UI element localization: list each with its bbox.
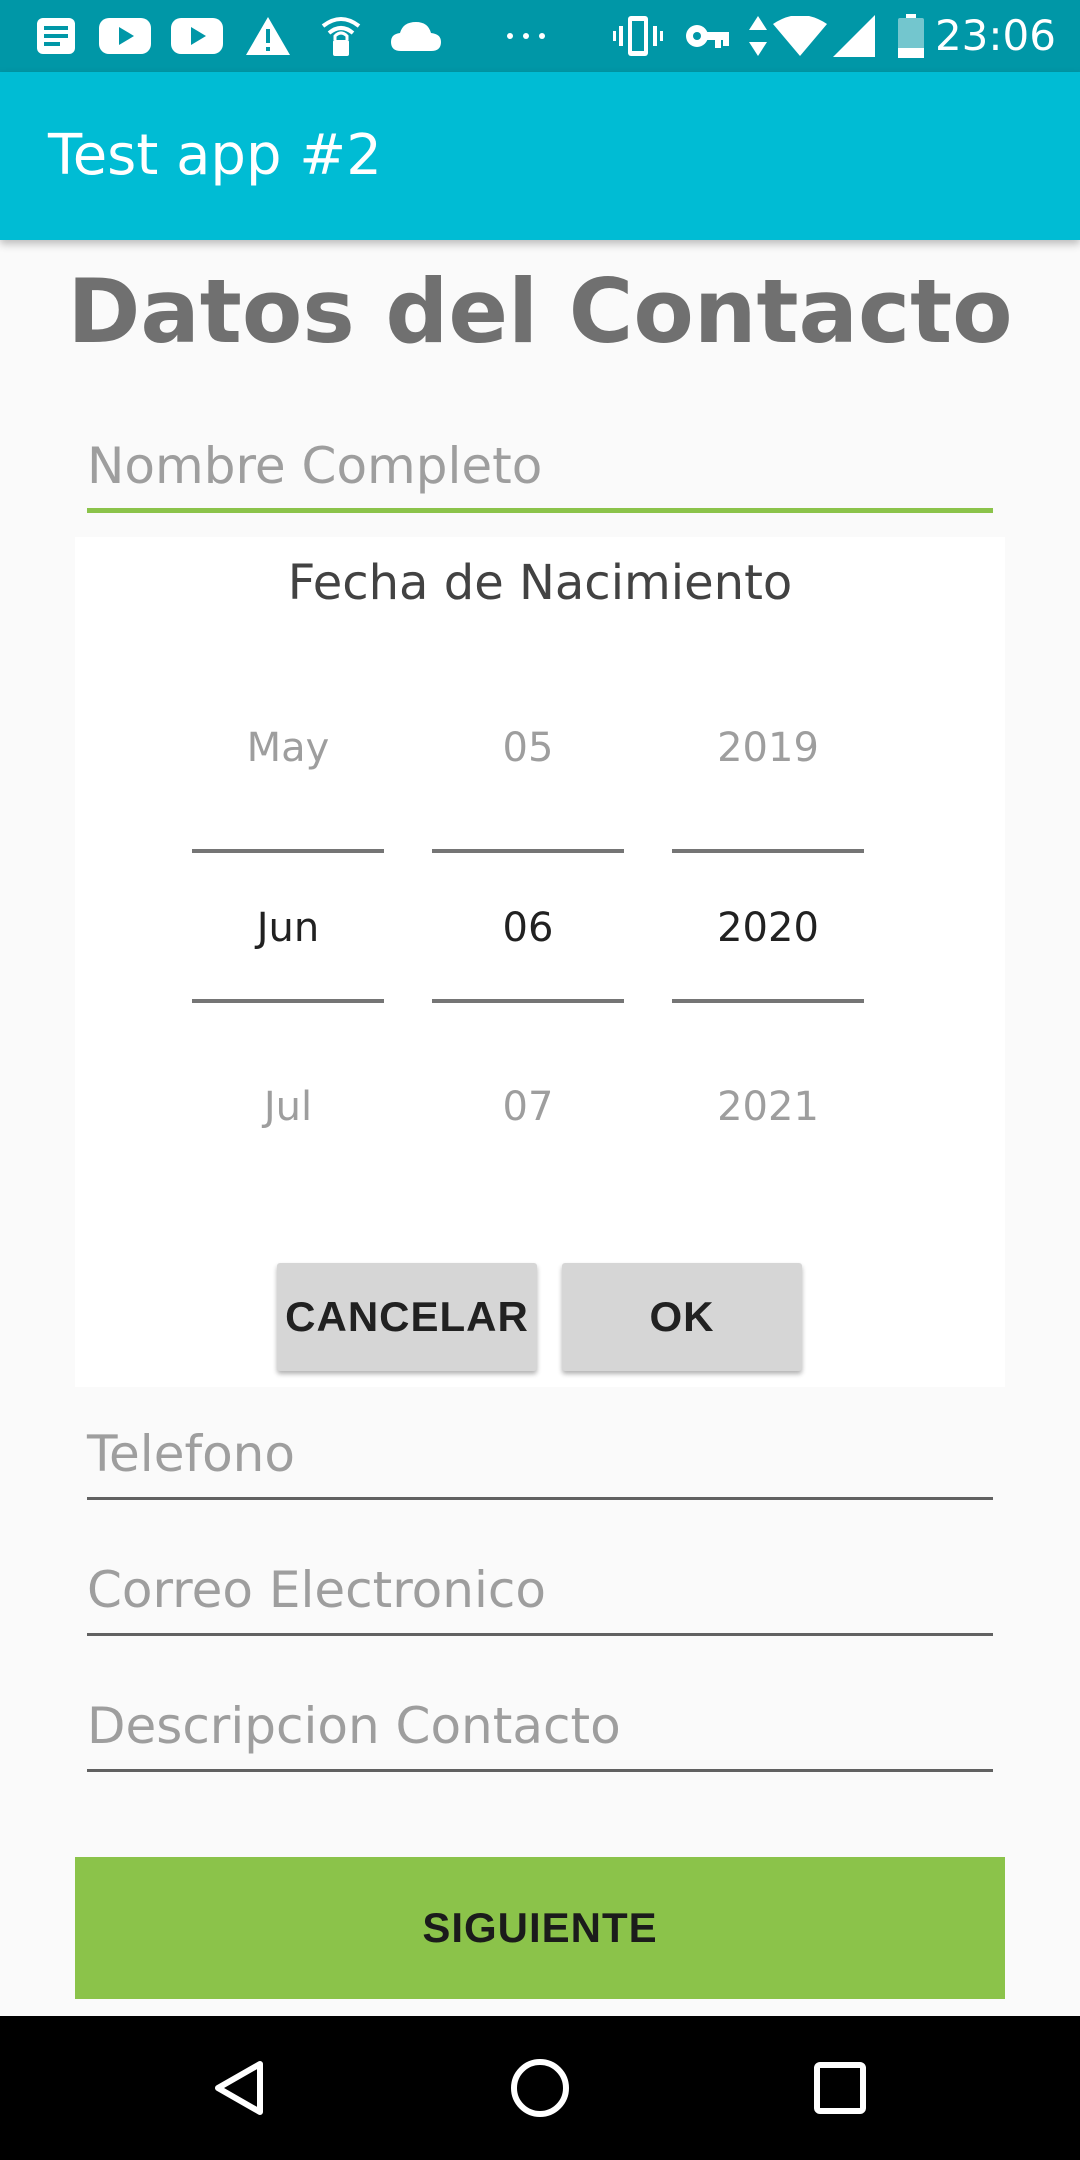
data-arrows-icon <box>748 14 768 58</box>
youtube-icon <box>170 14 224 58</box>
email-field[interactable]: Correo Electronico <box>87 1560 993 1640</box>
phone-field-underline <box>87 1497 993 1500</box>
date-picker-dialog: Fecha de Nacimiento May Jun Jul 05 06 07… <box>75 537 1005 1387</box>
year-prev[interactable]: 2019 <box>672 723 864 773</box>
name-field[interactable]: Nombre Completo <box>87 436 993 516</box>
navigation-bar <box>0 2016 1080 2160</box>
cell-signal-icon <box>832 14 876 58</box>
year-selected[interactable]: 2020 <box>672 903 864 953</box>
name-field-underline <box>87 508 993 513</box>
email-field-placeholder: Correo Electronico <box>87 1561 546 1619</box>
vibrate-icon <box>612 14 664 58</box>
day-selected[interactable]: 06 <box>432 903 624 953</box>
page-title: Datos del Contacto <box>67 260 1013 363</box>
description-field-placeholder: Descripcion Contacto <box>87 1697 621 1755</box>
cancel-button[interactable]: CANCELAR <box>277 1263 537 1371</box>
cloud-icon <box>388 14 444 58</box>
vpn-key-icon <box>684 14 732 58</box>
month-selected[interactable]: Jun <box>192 903 384 953</box>
phone-field[interactable]: Telefono <box>87 1424 993 1504</box>
year-next[interactable]: 2021 <box>672 1082 864 1132</box>
month-divider-top <box>192 849 384 853</box>
youtube-icon <box>98 14 152 58</box>
clock: 23:06 <box>934 11 1056 60</box>
status-bar: 23:06 <box>0 0 1080 72</box>
more-dots-icon <box>504 14 548 58</box>
home-icon[interactable] <box>500 2048 580 2128</box>
description-field[interactable]: Descripcion Contacto <box>87 1696 993 1776</box>
month-prev[interactable]: May <box>192 723 384 773</box>
battery-icon <box>896 14 926 58</box>
description-field-underline <box>87 1769 993 1772</box>
day-divider-bottom <box>432 999 624 1003</box>
back-icon[interactable] <box>200 2048 280 2128</box>
day-divider-top <box>432 849 624 853</box>
year-divider-top <box>672 849 864 853</box>
app-bar: Test app #2 <box>0 72 1080 240</box>
name-field-placeholder: Nombre Completo <box>87 437 543 495</box>
year-picker[interactable]: 2019 2020 2021 <box>672 537 864 1387</box>
wifi-icon <box>772 14 828 58</box>
year-divider-bottom <box>672 999 864 1003</box>
month-picker[interactable]: May Jun Jul <box>192 537 384 1387</box>
ok-button[interactable]: OK <box>562 1263 802 1371</box>
month-next[interactable]: Jul <box>192 1082 384 1132</box>
recents-icon[interactable] <box>800 2048 880 2128</box>
month-divider-bottom <box>192 999 384 1003</box>
app-title: Test app #2 <box>48 123 382 188</box>
notes-icon <box>34 14 78 58</box>
day-prev[interactable]: 05 <box>432 723 624 773</box>
phone-field-placeholder: Telefono <box>87 1425 295 1483</box>
wifi-hotspot-icon <box>318 14 364 58</box>
day-picker[interactable]: 05 06 07 <box>432 537 624 1387</box>
email-field-underline <box>87 1633 993 1636</box>
warning-icon <box>244 14 292 58</box>
day-next[interactable]: 07 <box>432 1082 624 1132</box>
next-button[interactable]: SIGUIENTE <box>75 1857 1005 1999</box>
